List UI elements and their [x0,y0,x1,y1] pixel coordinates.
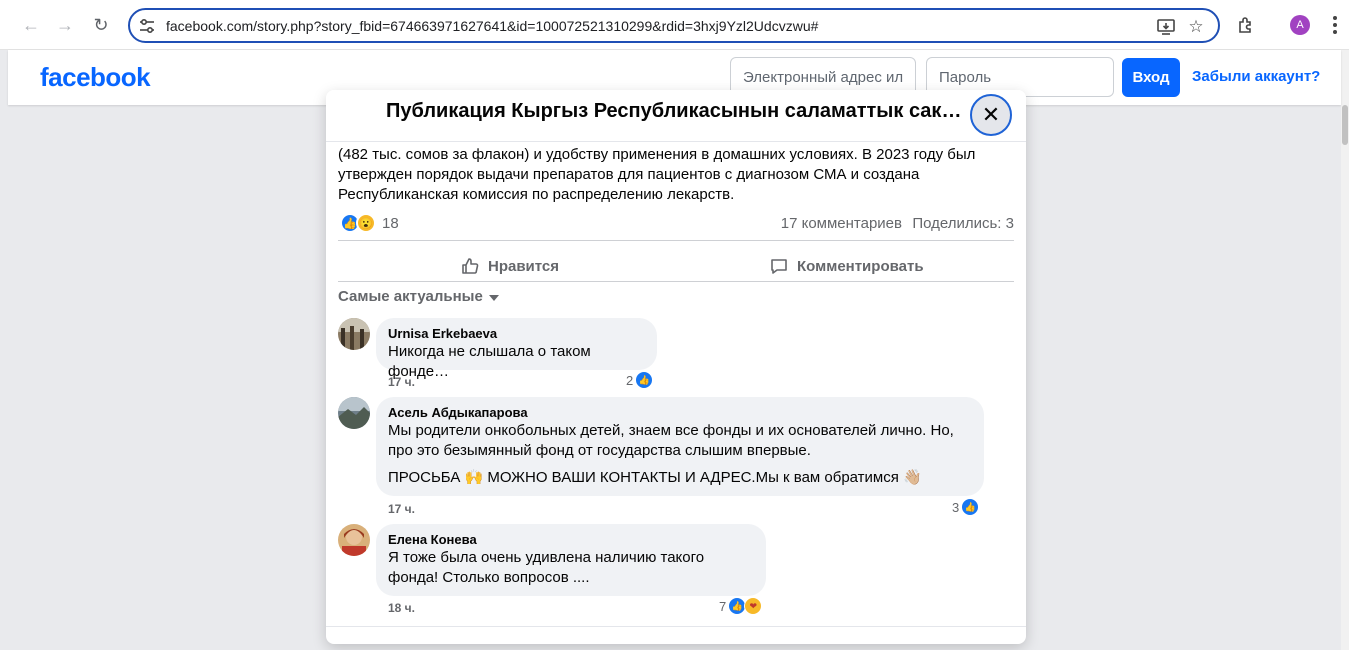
page-title: Публикация Кыргыз Республикасынын салама… [386,100,962,122]
comment-author[interactable]: Urnisa Erkebaeva [388,326,645,342]
reaction-icons[interactable]: 👍 😮 [340,213,376,233]
comment-author[interactable]: Елена Конева [388,532,754,548]
share-count[interactable]: Поделились: 3 [912,215,1014,232]
care-reaction-icon: ❤ [744,597,763,615]
scrollbar-thumb[interactable] [1342,105,1348,145]
chevron-down-icon [488,294,499,301]
login-button[interactable]: Вход [1122,58,1180,97]
comment-reaction-count: 3 [952,499,960,515]
comment-item: Асель Абдыкапарова Мы родители онкобольн… [338,397,1014,517]
comment-author[interactable]: Асель Абдыкапарова [388,405,972,421]
divider [338,281,1014,282]
menu-kebab-icon[interactable] [1328,14,1342,36]
like-reaction-icon: 👍 [961,498,980,516]
comment-label: Комментировать [797,257,924,275]
forward-arrow-icon[interactable]: → [52,12,78,38]
comment-reactions[interactable]: 2 👍 [626,371,654,389]
like-button[interactable]: Нравится [460,248,559,284]
post-stats: 👍 😮 18 17 комментариев Поделились: 3 [338,213,1014,235]
site-settings-icon[interactable] [138,17,156,35]
post-text: (482 тыс. сомов за флакон) и удобству пр… [338,146,976,203]
comment-time[interactable]: 17 ч. [388,375,415,389]
like-reaction-icon: 👍 [635,371,654,389]
comment-item: Елена Конева Я тоже была очень удивлена … [338,524,1014,624]
comment-button[interactable]: Комментировать [769,248,924,284]
reaction-count[interactable]: 18 [382,215,399,232]
comment-text: Мы родители онкобольных детей, знаем все… [388,422,954,459]
comment-text: Никогда не слышала о таком фонде… [388,343,591,380]
comment-bubble: Urnisa Erkebaeva Никогда не слышала о та… [376,318,657,380]
comment-reaction-count: 7 [719,598,727,614]
comment-count[interactable]: 17 комментариев [781,215,902,232]
divider [326,626,1026,627]
comment-sort-dropdown[interactable]: Самые актуальные [338,288,499,305]
sort-label: Самые актуальные [338,288,483,305]
profile-avatar[interactable]: A [1290,15,1310,35]
comment-text: ПРОСЬБА 🙌 МОЖНО ВАШИ КОНТАКТЫ И АДРЕС.Мы… [388,469,922,486]
comment-text: Я тоже была очень удивлена наличию таког… [388,549,705,586]
avatar[interactable] [338,318,370,350]
like-label: Нравится [488,257,560,275]
browser-toolbar: ← → ↻ facebook.com/story.php?story_fbid=… [0,0,1349,50]
comment-reactions[interactable]: 7 👍 ❤ [719,597,763,615]
forgot-account-link[interactable]: Забыли аккаунт? [1192,68,1320,85]
divider [338,240,1014,241]
comment-time[interactable]: 17 ч. [388,502,415,516]
extensions-icon[interactable] [1236,15,1256,35]
comment-time[interactable]: 18 ч. [388,601,415,615]
avatar[interactable] [338,524,370,556]
install-app-icon[interactable] [1156,17,1176,37]
wow-reaction-icon: 😮 [356,213,376,233]
comment-reaction-count: 2 [626,372,634,388]
back-arrow-icon[interactable]: ← [18,12,44,38]
comment-bubble-icon [771,259,787,274]
url-text[interactable]: facebook.com/story.php?story_fbid=674663… [166,18,818,34]
address-bar[interactable]: facebook.com/story.php?story_fbid=674663… [128,8,1220,43]
facebook-logo[interactable]: facebook [40,62,151,93]
post-modal: Публикация Кыргыз Республикасынын салама… [326,90,1026,644]
reload-icon[interactable]: ↻ [88,12,114,38]
thumbs-up-icon [462,258,479,274]
avatar[interactable] [338,397,370,429]
comment-bubble: Асель Абдыкапарова Мы родители онкобольн… [376,397,984,496]
comment-reactions[interactable]: 3 👍 [952,498,980,516]
comment-bubble: Елена Конева Я тоже была очень удивлена … [376,524,766,596]
bookmark-star-icon[interactable]: ☆ [1186,17,1206,37]
close-icon[interactable]: ✕ [970,94,1012,136]
modal-header: Публикация Кыргыз Республикасынын салама… [326,90,1026,142]
comment-item: Urnisa Erkebaeva Никогда не слышала о та… [338,318,1014,392]
